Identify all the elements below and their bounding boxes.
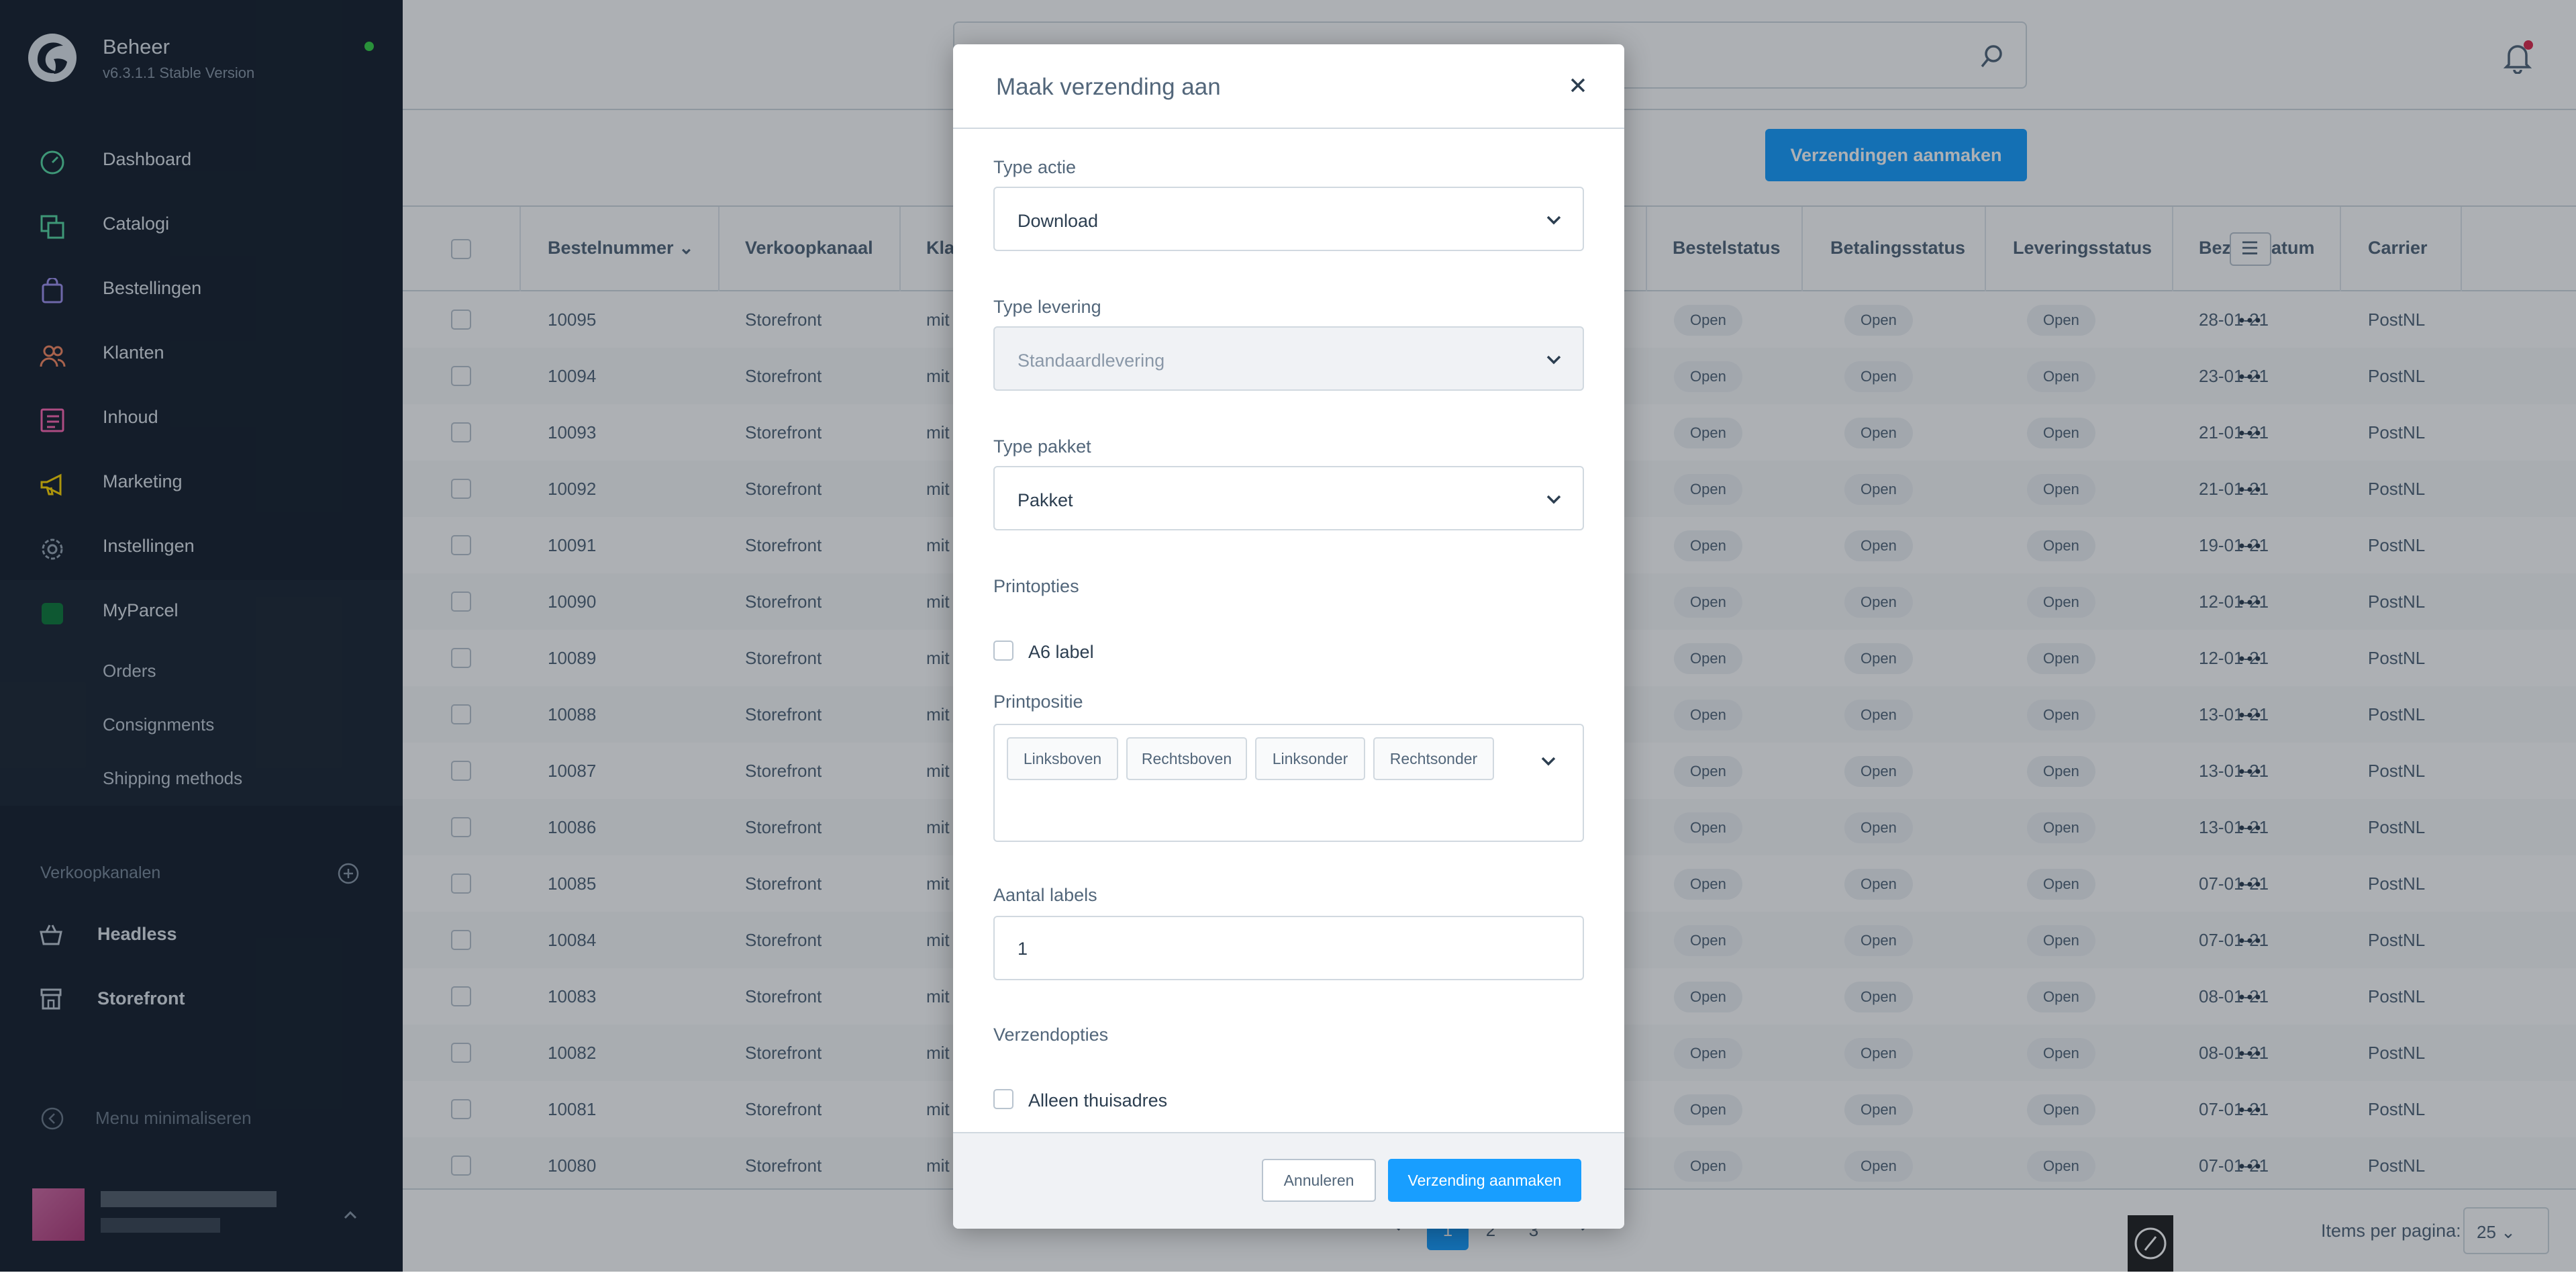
package-type-value: Pakket [1018, 490, 1073, 510]
modal-footer: Annuleren Verzending aanmaken [953, 1132, 1624, 1229]
action-type-value: Download [1018, 211, 1099, 231]
action-type-select[interactable]: Download [993, 187, 1584, 251]
print-position-tag[interactable]: Linksboven [1007, 737, 1118, 780]
close-icon[interactable] [1568, 75, 1588, 95]
home-address-only-checkbox[interactable] [993, 1089, 1013, 1109]
home-address-only-checkbox-row[interactable]: Alleen thuisadres [993, 1086, 1396, 1113]
print-position-tag[interactable]: Rechtsboven [1126, 737, 1247, 780]
package-type-select[interactable]: Pakket [993, 466, 1584, 530]
print-position-multiselect[interactable]: Linksboven Rechtsboven Linksonder Rechts… [993, 724, 1584, 842]
home-address-only-text: Alleen thuisadres [1028, 1090, 1168, 1111]
a6-label-text: A6 label [1028, 642, 1094, 662]
label-count-value: 1 [1018, 939, 1028, 959]
package-type-label: Type pakket [993, 436, 1091, 457]
shipping-options-title: Verzendopties [993, 1025, 1109, 1045]
create-shipment-modal: Maak verzending aan Type actie Download … [953, 44, 1624, 1229]
a6-label-checkbox-row[interactable]: A6 label [993, 638, 1396, 665]
print-position-tag[interactable]: Rechtsonder [1373, 737, 1494, 780]
chevron-down-icon [1546, 495, 1561, 504]
action-type-label: Type actie [993, 157, 1077, 177]
chevron-down-icon[interactable] [1540, 755, 1557, 768]
print-options-title: Printopties [993, 576, 1079, 596]
chevron-down-icon [1546, 355, 1561, 365]
print-position-tag[interactable]: Linksonder [1255, 737, 1365, 780]
modal-header: Maak verzending aan [953, 44, 1624, 129]
a6-label-checkbox[interactable] [993, 641, 1013, 661]
label-count-label: Aantal labels [993, 885, 1097, 905]
cancel-button[interactable]: Annuleren [1262, 1159, 1376, 1202]
chevron-down-icon [1546, 216, 1561, 225]
modal-title: Maak verzending aan [996, 74, 1221, 100]
delivery-type-select[interactable]: Standaardlevering [993, 326, 1584, 391]
create-shipment-button[interactable]: Verzending aanmaken [1388, 1159, 1581, 1202]
delivery-type-label: Type levering [993, 297, 1101, 317]
label-count-input[interactable]: 1 [993, 916, 1584, 980]
delivery-type-value: Standaardlevering [1018, 350, 1165, 371]
print-position-label: Printpositie [993, 692, 1083, 712]
